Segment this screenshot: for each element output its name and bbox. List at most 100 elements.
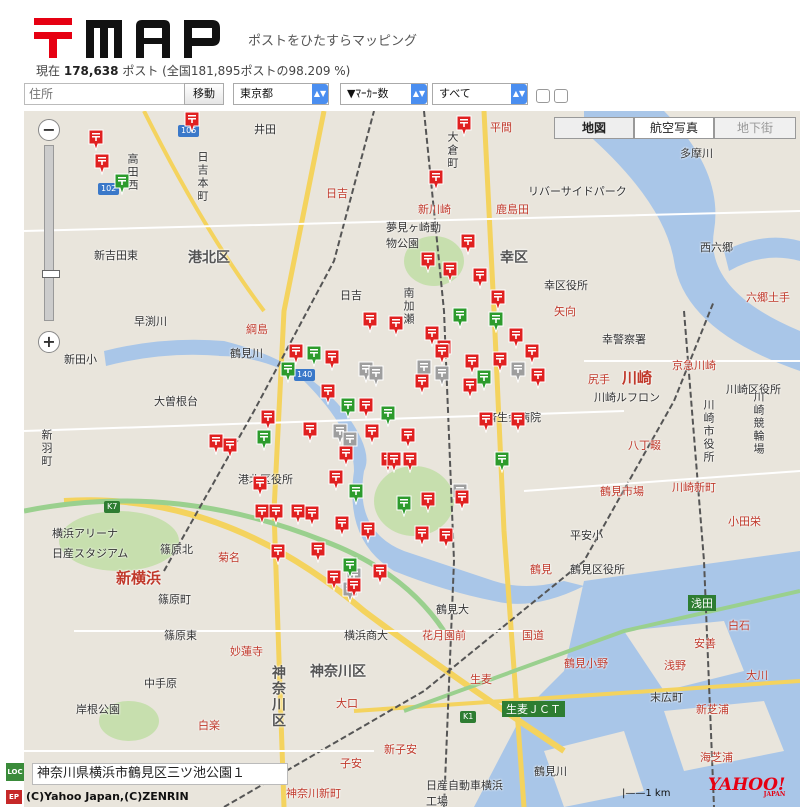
post-marker[interactable] [452,307,468,329]
post-marker[interactable] [396,495,412,517]
station-label: 新横浜 [116,569,162,587]
post-marker[interactable] [338,445,354,467]
post-marker[interactable] [114,173,130,195]
option-checkbox-1[interactable] [536,89,550,103]
map-label: 新田小 [64,353,97,366]
zoom-in-button[interactable]: + [38,331,60,353]
post-marker[interactable] [368,365,384,387]
post-marker[interactable] [434,365,450,387]
post-marker[interactable] [348,483,364,505]
post-marker[interactable] [414,525,430,547]
map-label: 末広町 [650,691,683,704]
post-marker[interactable] [252,475,268,497]
post-marker[interactable] [530,367,546,389]
tmap-logo[interactable] [34,16,234,60]
post-marker[interactable] [442,261,458,283]
post-marker[interactable] [488,311,504,333]
post-marker[interactable] [494,451,510,473]
post-marker[interactable] [454,489,470,511]
marker-count-select[interactable]: ▼ﾏｰｶｰ数 ▲▼ [340,83,428,105]
post-marker[interactable] [328,469,344,491]
post-marker[interactable] [302,421,318,443]
post-marker[interactable] [346,577,362,599]
post-marker[interactable] [260,409,276,431]
post-marker[interactable] [428,169,444,191]
address-input[interactable] [24,83,186,105]
post-marker[interactable] [478,411,494,433]
zoom-slider-handle[interactable] [42,270,60,278]
zoom-slider-track[interactable] [42,145,60,321]
post-marker[interactable] [208,433,224,455]
post-marker[interactable] [310,541,326,563]
post-marker[interactable] [472,267,488,289]
post-marker[interactable] [456,115,472,137]
route-shield: 140 [294,369,316,381]
post-marker[interactable] [434,343,450,365]
map-label: 生麦 [470,673,492,686]
prefecture-select[interactable]: 東京都 ▲▼ [233,83,329,105]
tab-aerial[interactable]: 航空写真 [634,117,714,139]
move-button[interactable]: 移動 [184,83,224,105]
post-marker[interactable] [388,315,404,337]
post-marker[interactable] [334,515,350,537]
post-marker[interactable] [358,397,374,419]
zoom-control: − + [38,119,60,353]
post-marker[interactable] [306,345,322,367]
post-marker[interactable] [342,557,358,579]
post-marker[interactable] [304,505,320,527]
map-label: 川崎ルフロン [594,391,660,404]
map-label: 日吉 [340,289,362,302]
post-marker[interactable] [438,527,454,549]
post-marker[interactable] [280,361,296,383]
post-marker[interactable] [324,349,340,371]
scale-label: 1 km [645,788,671,799]
map-label: 尻手 [588,373,610,386]
post-marker[interactable] [420,491,436,513]
option-checkbox-2[interactable] [554,89,568,103]
map-label: 新芝浦 [696,703,729,716]
post-marker[interactable] [340,397,356,419]
post-marker[interactable] [326,569,342,591]
map-canvas[interactable]: − + 地図 航空写真 地下街 井田 日吉本町 高田西 新吉田東 港北区 日吉 … [24,111,800,807]
post-marker[interactable] [460,233,476,255]
post-marker[interactable] [420,251,436,273]
ward-label: 神奈川区 [310,664,366,680]
post-marker[interactable] [364,423,380,445]
post-marker[interactable] [372,563,388,585]
post-marker[interactable] [360,521,376,543]
map-label: 日産自動車横浜工場 [426,779,503,807]
post-marker[interactable] [490,289,506,311]
post-marker[interactable] [380,405,396,427]
post-marker[interactable] [476,369,492,391]
map-label: 新川崎 [418,203,451,216]
tab-underground[interactable]: 地下街 [714,117,796,139]
map-label: 篠原町 [158,593,191,606]
post-marker[interactable] [184,111,200,133]
map-label: 川崎市役所 [702,399,715,464]
post-marker[interactable] [222,437,238,459]
post-marker[interactable] [256,429,272,451]
post-marker[interactable] [386,451,402,473]
yahoo-logo[interactable]: YAHOO! JAPAN [708,775,785,798]
map-label: 京急川崎 [672,359,716,372]
map-label: 神奈川新町 [286,787,341,800]
map-label: 国道 [522,629,544,642]
tab-map[interactable]: 地図 [554,117,634,139]
post-marker[interactable] [492,351,508,373]
post-marker[interactable] [362,311,378,333]
post-marker[interactable] [94,153,110,175]
post-marker[interactable] [270,543,286,565]
map-label: 篠原東 [164,629,197,642]
post-marker[interactable] [414,373,430,395]
post-marker[interactable] [400,427,416,449]
post-marker[interactable] [524,343,540,365]
location-icon[interactable]: LOC [6,763,24,781]
post-marker[interactable] [88,129,104,151]
post-marker[interactable] [510,411,526,433]
zoom-out-button[interactable]: − [38,119,60,141]
post-marker[interactable] [508,327,524,349]
post-marker[interactable] [268,503,284,525]
post-marker[interactable] [402,451,418,473]
post-marker[interactable] [320,383,336,405]
filter-select[interactable]: すべて ▲▼ [432,83,528,105]
